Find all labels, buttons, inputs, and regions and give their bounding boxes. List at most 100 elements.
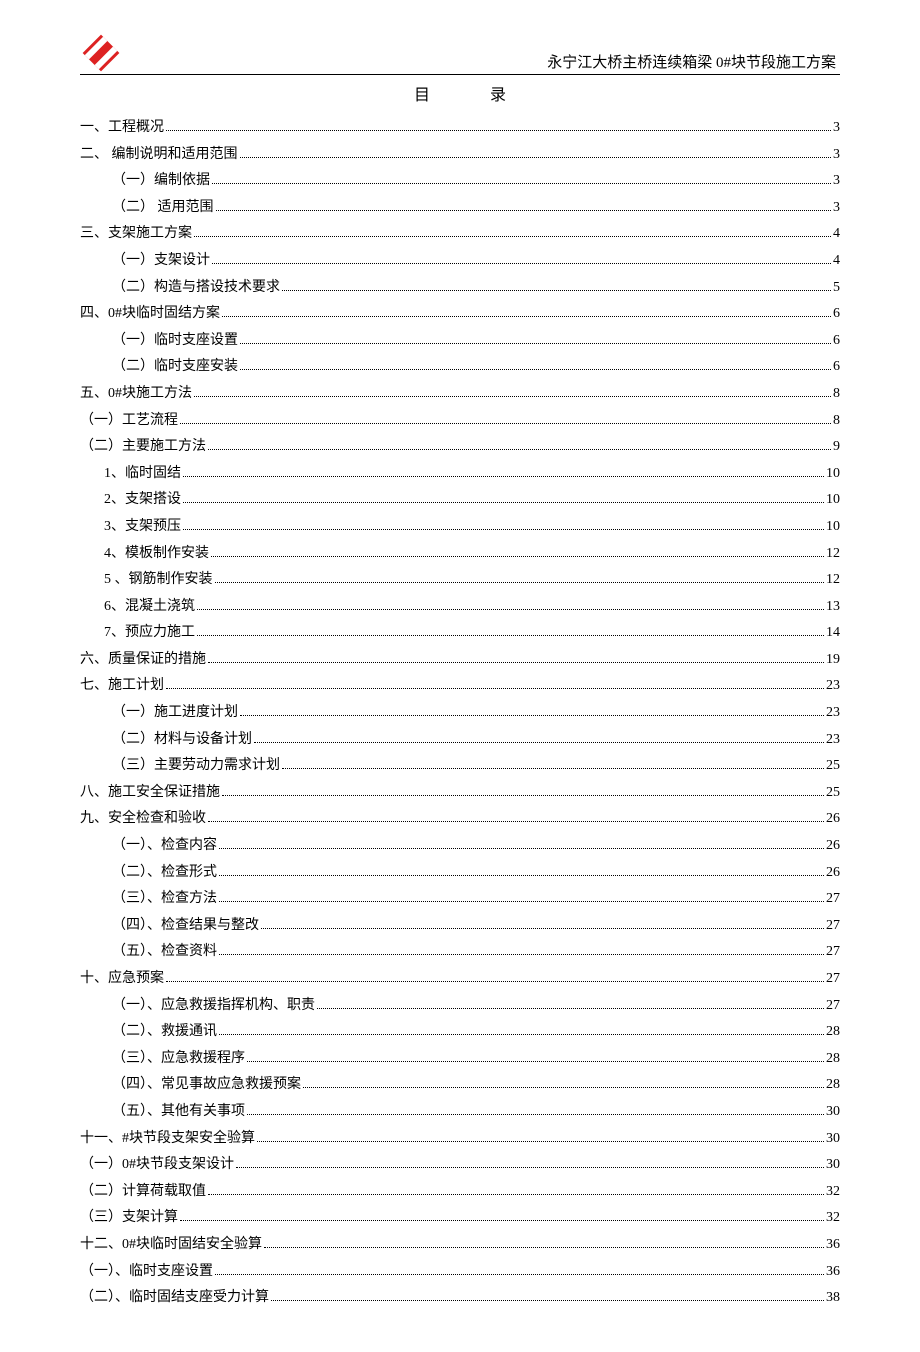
toc-entry-label: 二、 编制说明和适用范围 [80, 142, 238, 169]
toc-entry-page: 3 [833, 142, 840, 169]
toc-entry-label: 十、应急预案 [80, 966, 164, 993]
toc-entry[interactable]: （一）支架设计4 [80, 248, 840, 275]
toc-entry-label: 九、安全检查和验收 [80, 806, 206, 833]
toc-leader-dots [282, 290, 831, 291]
toc-entry[interactable]: （二）、救援通讯28 [80, 1019, 840, 1046]
toc-entry-page: 30 [826, 1099, 840, 1126]
toc-entry[interactable]: （二） 适用范围3 [80, 195, 840, 222]
toc-entry[interactable]: 四、0#块临时固结方案6 [80, 301, 840, 328]
table-of-contents: 一、工程概况3二、 编制说明和适用范围3（一）编制依据3（二） 适用范围3三、支… [80, 115, 840, 1312]
toc-entry[interactable]: 六、质量保证的措施19 [80, 647, 840, 674]
toc-entry-page: 30 [826, 1126, 840, 1153]
toc-entry[interactable]: 一、工程概况3 [80, 115, 840, 142]
toc-entry-label: 十二、0#块临时固结安全验算 [80, 1232, 262, 1259]
toc-entry-label: （二）计算荷载取值 [80, 1179, 206, 1206]
toc-entry[interactable]: 2、支架搭设10 [80, 487, 840, 514]
toc-entry[interactable]: 7、预应力施工14 [80, 620, 840, 647]
toc-leader-dots [317, 1008, 824, 1009]
toc-entry-label: （二）构造与搭设技术要求 [112, 275, 280, 302]
toc-entry[interactable]: 三、支架施工方案4 [80, 221, 840, 248]
toc-entry-label: （四）、常见事故应急救援预案 [112, 1072, 301, 1099]
toc-entry[interactable]: 5 、钢筋制作安装12 [80, 567, 840, 594]
toc-entry-page: 14 [826, 620, 840, 647]
toc-entry-label: 四、0#块临时固结方案 [80, 301, 220, 328]
toc-leader-dots [271, 1300, 824, 1301]
page-header: 永宁江大桥主桥连续箱梁 0#块节段施工方案 [80, 40, 840, 75]
toc-entry[interactable]: 九、安全检查和验收26 [80, 806, 840, 833]
toc-entry-page: 5 [833, 275, 840, 302]
toc-entry-label: 一、工程概况 [80, 115, 164, 142]
toc-leader-dots [240, 157, 832, 158]
toc-entry-label: （二） 适用范围 [112, 195, 214, 222]
toc-entry-page: 12 [826, 541, 840, 568]
toc-entry[interactable]: （二）主要施工方法9 [80, 434, 840, 461]
toc-entry-page: 27 [826, 939, 840, 966]
toc-entry-page: 9 [833, 434, 840, 461]
toc-leader-dots [166, 688, 824, 689]
toc-entry[interactable]: 五、0#块施工方法8 [80, 381, 840, 408]
toc-entry-page: 12 [826, 567, 840, 594]
toc-entry-label: （二）材料与设备计划 [112, 727, 252, 754]
toc-entry-page: 38 [826, 1285, 840, 1312]
toc-leader-dots [166, 981, 824, 982]
toc-entry[interactable]: （三）、应急救援程序28 [80, 1046, 840, 1073]
toc-entry-label: （一）、临时支座设置 [80, 1259, 213, 1286]
toc-entry[interactable]: （三）支架计算32 [80, 1205, 840, 1232]
toc-entry[interactable]: 3、支架预压10 [80, 514, 840, 541]
toc-entry[interactable]: （一）0#块节段支架设计30 [80, 1152, 840, 1179]
toc-entry-label: （三）主要劳动力需求计划 [112, 753, 280, 780]
toc-entry[interactable]: （二）材料与设备计划 23 [80, 727, 840, 754]
toc-entry-page: 6 [833, 328, 840, 355]
toc-entry[interactable]: （三）主要劳动力需求计划 25 [80, 753, 840, 780]
toc-entry[interactable]: （一）施工进度计划23 [80, 700, 840, 727]
toc-entry[interactable]: 八、施工安全保证措施25 [80, 780, 840, 807]
toc-leader-dots [282, 768, 824, 769]
toc-entry-page: 19 [826, 647, 840, 674]
toc-entry[interactable]: 十二、0#块临时固结安全验算36 [80, 1232, 840, 1259]
toc-entry-page: 23 [826, 727, 840, 754]
toc-entry[interactable]: （一）临时支座设置6 [80, 328, 840, 355]
toc-entry[interactable]: （五）、其他有关事项30 [80, 1099, 840, 1126]
toc-entry-page: 32 [826, 1205, 840, 1232]
toc-entry-label: （一）编制依据 [112, 168, 210, 195]
toc-leader-dots [247, 1114, 824, 1115]
toc-leader-dots [240, 369, 831, 370]
toc-entry[interactable]: （四）、常见事故应急救援预案28 [80, 1072, 840, 1099]
toc-entry[interactable]: 4、模板制作安装12 [80, 541, 840, 568]
toc-entry[interactable]: （二）计算荷载取值32 [80, 1179, 840, 1206]
toc-entry-page: 27 [826, 886, 840, 913]
toc-entry[interactable]: （三）、检查方法27 [80, 886, 840, 913]
toc-entry[interactable]: 1、临时固结10 [80, 461, 840, 488]
toc-entry-page: 25 [826, 780, 840, 807]
toc-entry-page: 25 [826, 753, 840, 780]
toc-entry-label: 2、支架搭设 [104, 487, 181, 514]
toc-entry[interactable]: （二）、临时固结支座受力计算38 [80, 1285, 840, 1312]
toc-entry-page: 27 [826, 993, 840, 1020]
toc-entry-label: （一）施工进度计划 [112, 700, 238, 727]
toc-entry[interactable]: 十一、#块节段支架安全验算30 [80, 1126, 840, 1153]
toc-entry[interactable]: 二、 编制说明和适用范围 3 [80, 142, 840, 169]
toc-entry[interactable]: （一）工艺流程8 [80, 408, 840, 435]
toc-entry[interactable]: （一）、应急救援指挥机构、职责27 [80, 993, 840, 1020]
toc-entry[interactable]: 七、施工计划23 [80, 673, 840, 700]
toc-entry-page: 3 [833, 168, 840, 195]
toc-entry-page: 6 [833, 354, 840, 381]
toc-entry[interactable]: 十、应急预案27 [80, 966, 840, 993]
toc-entry-label: 七、施工计划 [80, 673, 164, 700]
toc-entry[interactable]: （一）、临时支座设置36 [80, 1259, 840, 1286]
toc-entry[interactable]: （五）、检查资料 27 [80, 939, 840, 966]
toc-leader-dots [240, 715, 824, 716]
toc-entry[interactable]: （二）临时支座安装 6 [80, 354, 840, 381]
toc-leader-dots [236, 1167, 824, 1168]
toc-entry-label: （三）、应急救援程序 [112, 1046, 245, 1073]
toc-entry[interactable]: （二）构造与搭设技术要求 5 [80, 275, 840, 302]
toc-leader-dots [254, 742, 824, 743]
toc-entry-label: （二）临时支座安装 [112, 354, 238, 381]
toc-entry-label: （五）、检查资料 [112, 939, 217, 966]
toc-entry[interactable]: （一）编制依据 3 [80, 168, 840, 195]
toc-entry[interactable]: （四）、检查结果与整改27 [80, 913, 840, 940]
toc-entry[interactable]: 6、混凝土浇筑13 [80, 594, 840, 621]
toc-leader-dots [222, 795, 824, 796]
toc-entry[interactable]: （一）、检查内容26 [80, 833, 840, 860]
toc-entry[interactable]: （二）、检查形式26 [80, 860, 840, 887]
